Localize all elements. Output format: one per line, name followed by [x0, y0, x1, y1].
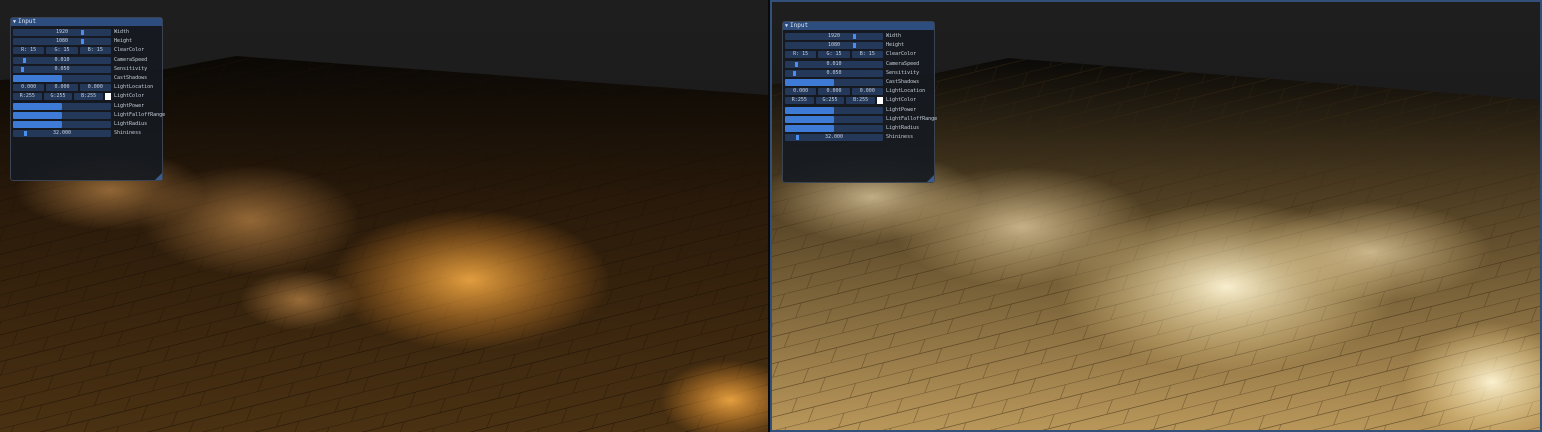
camera-speed-control[interactable]: 0.010: [785, 60, 883, 68]
slider-value: [13, 103, 111, 110]
light-location-control[interactable]: 0.000 0.000 0.000: [785, 88, 883, 96]
height-label: Height: [886, 42, 905, 49]
slider-value: [785, 79, 883, 86]
light-falloff-range-control[interactable]: [785, 115, 883, 123]
width-control[interactable]: 1920: [13, 29, 111, 36]
slider-value: [785, 125, 883, 132]
slider-value: [785, 116, 883, 123]
sensitivity-control[interactable]: 0.050: [13, 65, 111, 73]
panel-titlebar[interactable]: ▼ Input: [783, 22, 934, 30]
shininess-control[interactable]: 32.000: [13, 130, 111, 138]
camera-speed-label: CameraSpeed: [114, 56, 148, 63]
viewport-right[interactable]: ▼ Input 1920 Width 1080 Height R: 15 G: 15 B: 1…: [770, 0, 1542, 432]
slider-value: 32.000: [824, 134, 844, 141]
slider-value: 1080: [827, 42, 841, 49]
sensitivity-control[interactable]: 0.050: [785, 69, 883, 77]
clear-color-label: ClearColor: [886, 51, 917, 58]
drag-value: 0.000: [87, 84, 103, 91]
light-radius-control[interactable]: [785, 125, 883, 132]
light-radius-control[interactable]: [13, 121, 111, 128]
drag-value: B: 15: [859, 51, 875, 58]
collapse-arrow-icon[interactable]: ▼: [13, 18, 16, 26]
light-falloff-range-label: LightFalloffRange: [114, 111, 166, 118]
drag-value: 0.000: [54, 84, 70, 91]
camera-speed-label: CameraSpeed: [886, 60, 920, 67]
slider-value: 32.000: [52, 130, 72, 137]
resize-grip-icon[interactable]: [927, 175, 934, 182]
sensitivity-label: Sensitivity: [114, 65, 148, 72]
shininess-control[interactable]: 32.000: [785, 134, 883, 142]
panel-title: Input: [790, 22, 809, 29]
color-swatch[interactable]: [105, 93, 111, 101]
light-falloff-range-control[interactable]: [13, 111, 111, 119]
sensitivity-label: Sensitivity: [886, 69, 920, 76]
drag-value: R: 15: [21, 47, 37, 54]
panel-titlebar[interactable]: ▼ Input: [11, 18, 162, 26]
drag-value: G: 15: [54, 47, 70, 54]
light-radius-label: LightRadius: [886, 125, 920, 131]
drag-value: G: 15: [826, 51, 842, 58]
shininess-label: Shininess: [114, 130, 142, 137]
light-location-label: LightLocation: [886, 88, 926, 95]
drag-value: R:255: [19, 93, 35, 100]
drag-value: B:255: [81, 93, 97, 100]
resize-grip-icon[interactable]: [155, 173, 162, 180]
drag-value: G:255: [50, 93, 66, 100]
light-color-label: LightColor: [114, 93, 145, 100]
slider-value: [13, 75, 111, 82]
width-control[interactable]: 1920: [785, 33, 883, 40]
width-label: Width: [114, 29, 130, 35]
cast-shadows-label: CastShadows: [886, 79, 920, 85]
drag-value: G:255: [822, 97, 838, 104]
clear-color-control[interactable]: R: 15 G: 15 B: 15: [785, 51, 883, 59]
light-power-control[interactable]: [13, 102, 111, 110]
light-color-control[interactable]: R:255 G:255 B:255: [785, 97, 883, 105]
slider-value: 1920: [55, 29, 69, 35]
light-location-label: LightLocation: [114, 84, 154, 91]
camera-speed-control[interactable]: 0.010: [13, 56, 111, 64]
width-label: Width: [886, 33, 902, 39]
height-control[interactable]: 1080: [785, 42, 883, 50]
settings-panel-left[interactable]: ▼ Input 1920 Width 1080 Height R: 15 G: 15 B: 1…: [10, 17, 166, 181]
light-falloff-range-label: LightFalloffRange: [886, 115, 938, 122]
slider-value: [13, 121, 111, 128]
light-color-label: LightColor: [886, 97, 917, 104]
light-color-control[interactable]: R:255 G:255 B:255: [13, 93, 111, 101]
drag-value: R:255: [791, 97, 807, 104]
slider-value: 1920: [827, 33, 841, 39]
drag-value: 0.000: [793, 88, 809, 95]
clear-color-control[interactable]: R: 15 G: 15 B: 15: [13, 47, 111, 55]
height-control[interactable]: 1080: [13, 38, 111, 46]
slider-value: 0.010: [54, 56, 70, 63]
slider-value: 0.050: [54, 65, 70, 72]
light-radius-label: LightRadius: [114, 121, 148, 127]
cast-shadows-control[interactable]: [785, 79, 883, 86]
color-swatch[interactable]: [877, 97, 883, 105]
drag-value: 0.000: [21, 84, 37, 91]
slider-value: 1080: [55, 38, 69, 45]
drag-value: 0.000: [859, 88, 875, 95]
collapse-arrow-icon[interactable]: ▼: [785, 22, 788, 30]
clear-color-label: ClearColor: [114, 47, 145, 54]
slider-value: 0.050: [826, 69, 842, 76]
light-power-control[interactable]: [785, 106, 883, 114]
slider-value: 0.010: [826, 60, 842, 67]
cast-shadows-label: CastShadows: [114, 75, 148, 81]
drag-value: B: 15: [87, 47, 103, 54]
drag-value: 0.000: [826, 88, 842, 95]
light-power-label: LightPower: [886, 106, 917, 113]
settings-panel-right[interactable]: ▼ Input 1920 Width 1080 Height R: 15 G: 15 B: 1…: [782, 21, 938, 183]
slider-value: [13, 112, 111, 119]
drag-value: B:255: [853, 97, 869, 104]
light-power-label: LightPower: [114, 102, 145, 109]
cast-shadows-control[interactable]: [13, 75, 111, 82]
panel-title: Input: [18, 18, 37, 25]
viewport-left[interactable]: ▼ Input 1920 Width 1080 Height R: 15 G: 15 B: 1…: [0, 0, 768, 432]
drag-value: R: 15: [793, 51, 809, 58]
shininess-label: Shininess: [886, 134, 914, 141]
light-location-control[interactable]: 0.000 0.000 0.000: [13, 84, 111, 92]
height-label: Height: [114, 38, 133, 45]
slider-value: [785, 107, 883, 114]
